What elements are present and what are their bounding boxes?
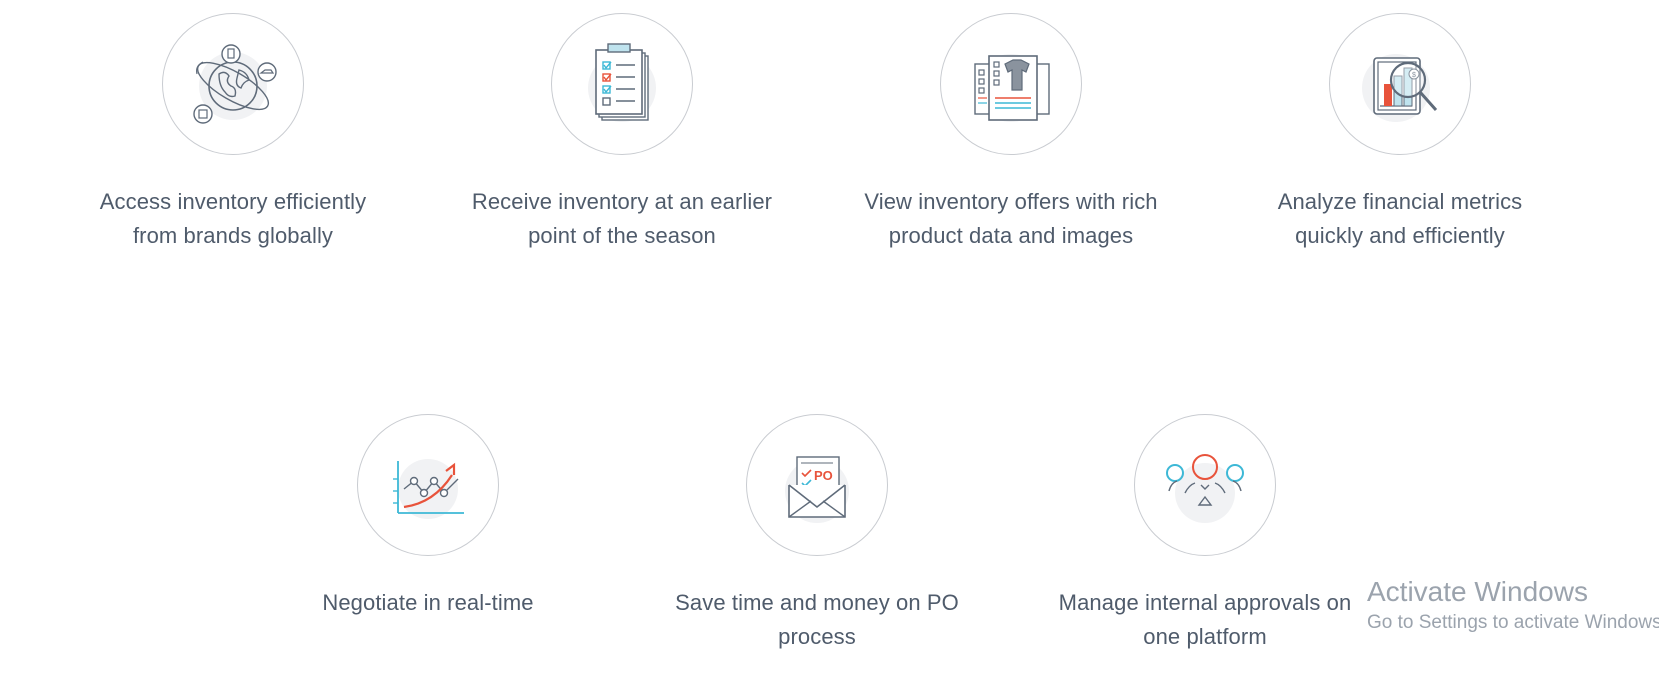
clipboard-checklist-icon	[588, 43, 656, 122]
feature-rich-product-data: View inventory offers with rich product …	[841, 13, 1181, 253]
watermark-title: Activate Windows	[1367, 576, 1588, 607]
product-catalog-icon	[974, 54, 1050, 122]
feature-early-inventory: Receive inventory at an earlier point of…	[452, 13, 792, 253]
team-approval-icon	[1166, 454, 1244, 523]
feature-caption: Analyze financial metrics quickly and ef…	[1277, 189, 1523, 248]
feature-real-time-negotiation: Negotiate in real-time	[258, 414, 598, 620]
svg-text:$: $	[1412, 72, 1416, 79]
watermark-subtitle: Go to Settings to activate Windows.	[1367, 612, 1659, 633]
magnifier-chart-icon: $	[1362, 54, 1438, 122]
feature-caption: Receive inventory at an earlier point of…	[471, 189, 773, 248]
feature-global-inventory: Access inventory efficiently from brands…	[63, 13, 403, 253]
feature-caption: Access inventory efficiently from brands…	[99, 189, 367, 248]
po-envelope-icon: PO	[785, 456, 849, 523]
feature-financial-metrics: $ Analyze financial metrics quickly and …	[1230, 13, 1570, 253]
feature-caption: View inventory offers with rich product …	[864, 189, 1158, 248]
windows-activation-watermark: Activate Windows Go to Settings to activ…	[1367, 574, 1659, 636]
feature-caption: Negotiate in real-time	[322, 590, 534, 615]
feature-po-process: PO Save time and money on PO process	[647, 414, 987, 654]
trend-line-chart-icon	[393, 459, 464, 519]
globe-shipping-icon	[193, 44, 277, 124]
feature-icon-circle: $	[1329, 13, 1471, 155]
feature-icon-circle	[551, 13, 693, 155]
feature-icon-circle	[940, 13, 1082, 155]
features-page: Access inventory efficiently from brands…	[0, 0, 1659, 681]
feature-caption: Manage internal approvals on one platfor…	[1058, 590, 1352, 649]
svg-text:PO: PO	[814, 468, 833, 483]
feature-icon-circle	[162, 13, 304, 155]
feature-icon-circle	[1134, 414, 1276, 556]
feature-caption: Save time and money on PO process	[675, 590, 959, 649]
feature-internal-approvals: Manage internal approvals on one platfor…	[1035, 414, 1375, 654]
feature-icon-circle: PO	[746, 414, 888, 556]
feature-icon-circle	[357, 414, 499, 556]
